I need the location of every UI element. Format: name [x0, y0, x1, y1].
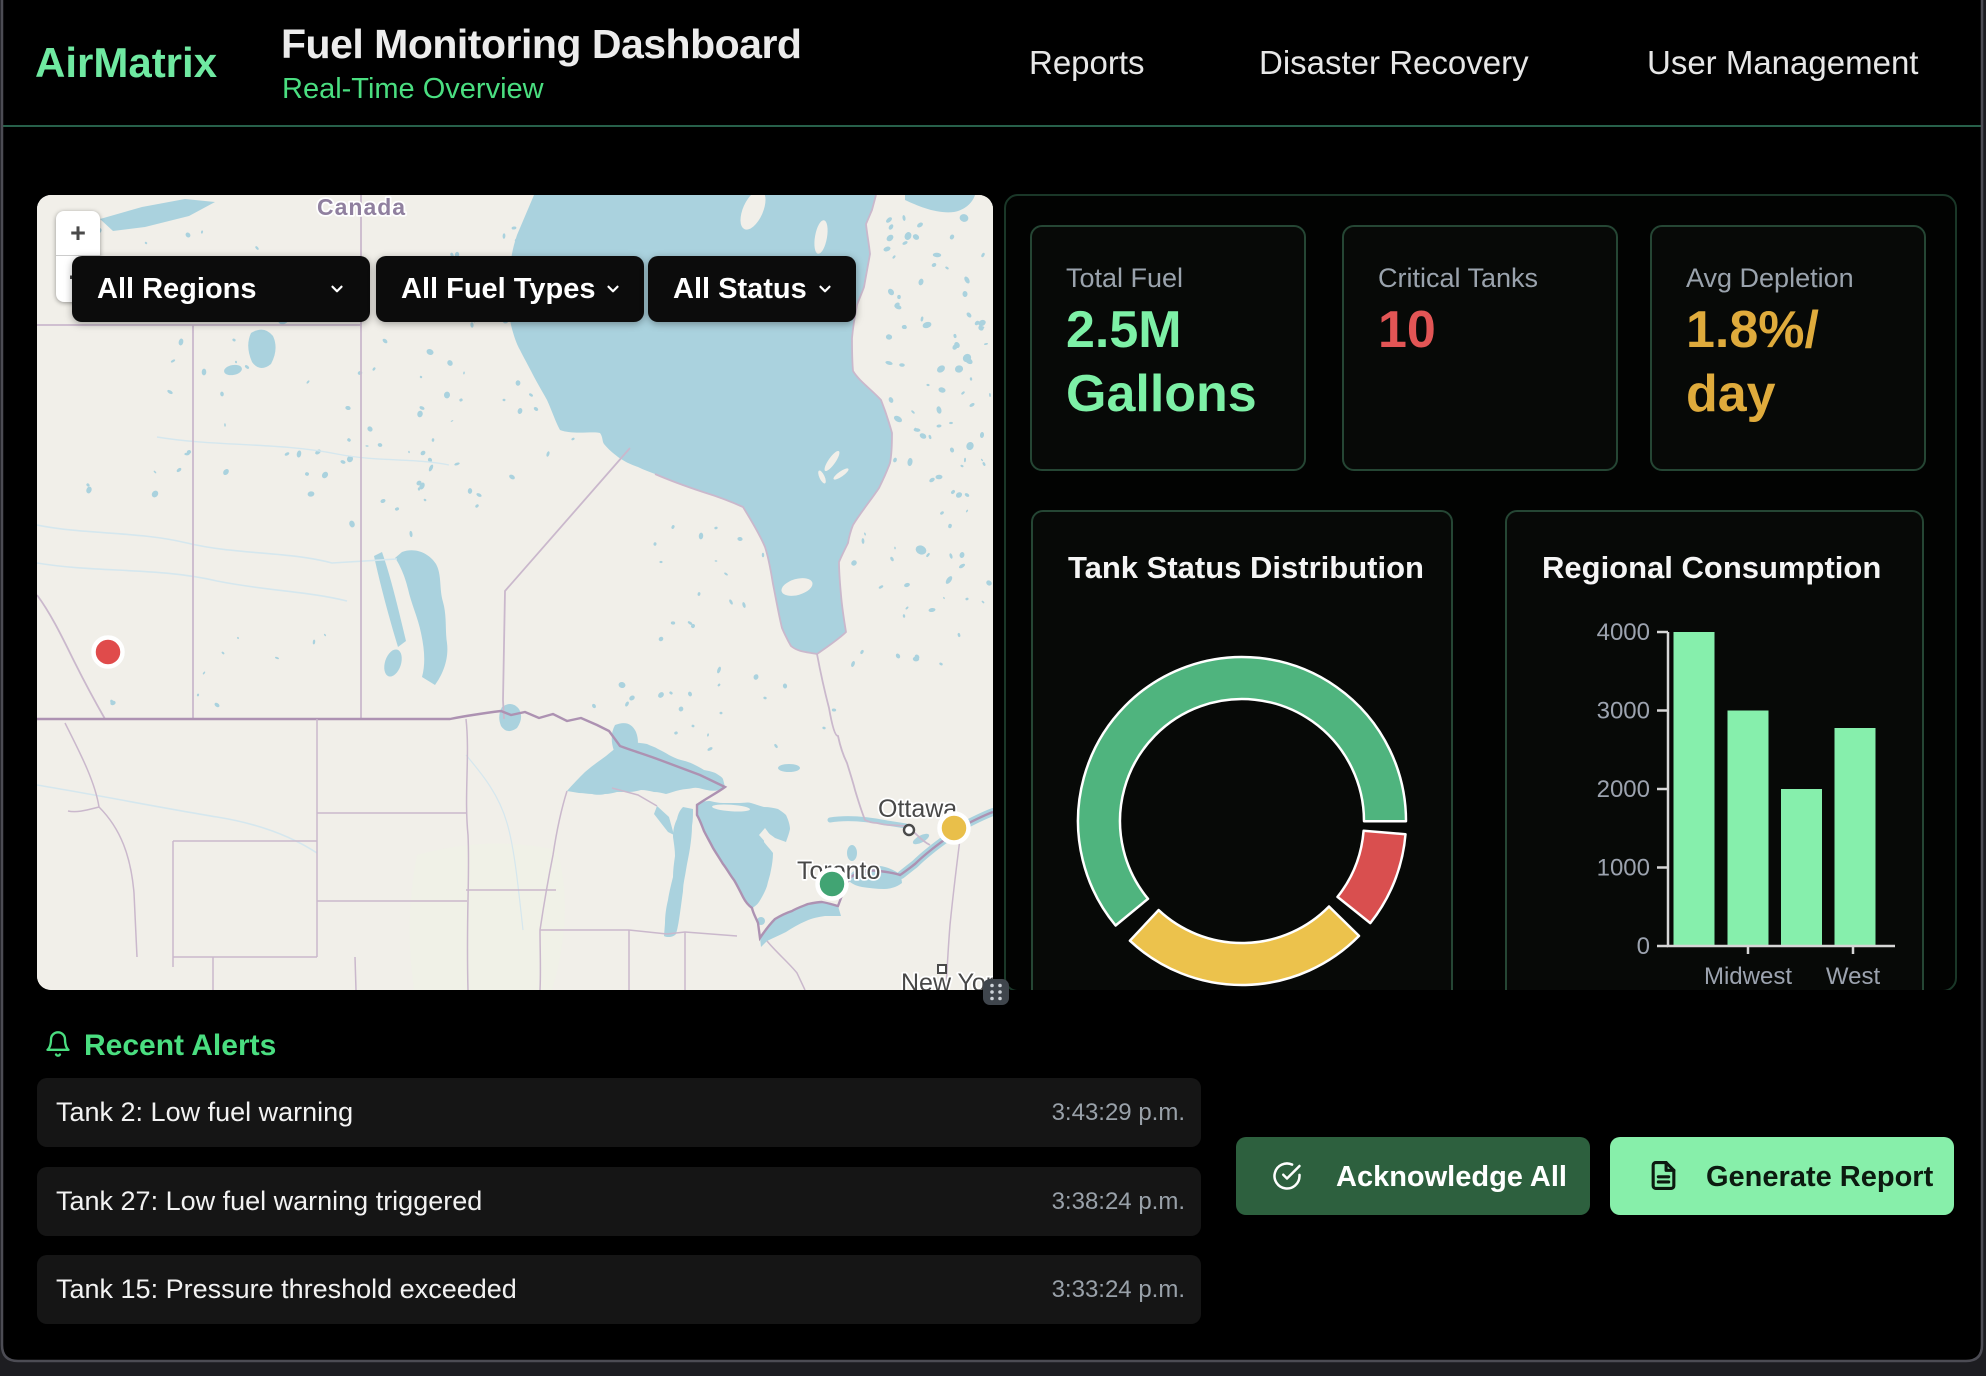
svg-text:2000: 2000: [1597, 776, 1650, 803]
svg-text:West: West: [1826, 963, 1881, 990]
svg-text:0: 0: [1637, 933, 1650, 960]
svg-text:1000: 1000: [1597, 855, 1650, 882]
svg-text:Canada: Canada: [317, 195, 406, 220]
svg-text:4000: 4000: [1597, 619, 1650, 646]
svg-text:Midwest: Midwest: [1704, 963, 1792, 990]
svg-text:New York: New York: [901, 969, 993, 990]
svg-text:3000: 3000: [1597, 698, 1650, 725]
